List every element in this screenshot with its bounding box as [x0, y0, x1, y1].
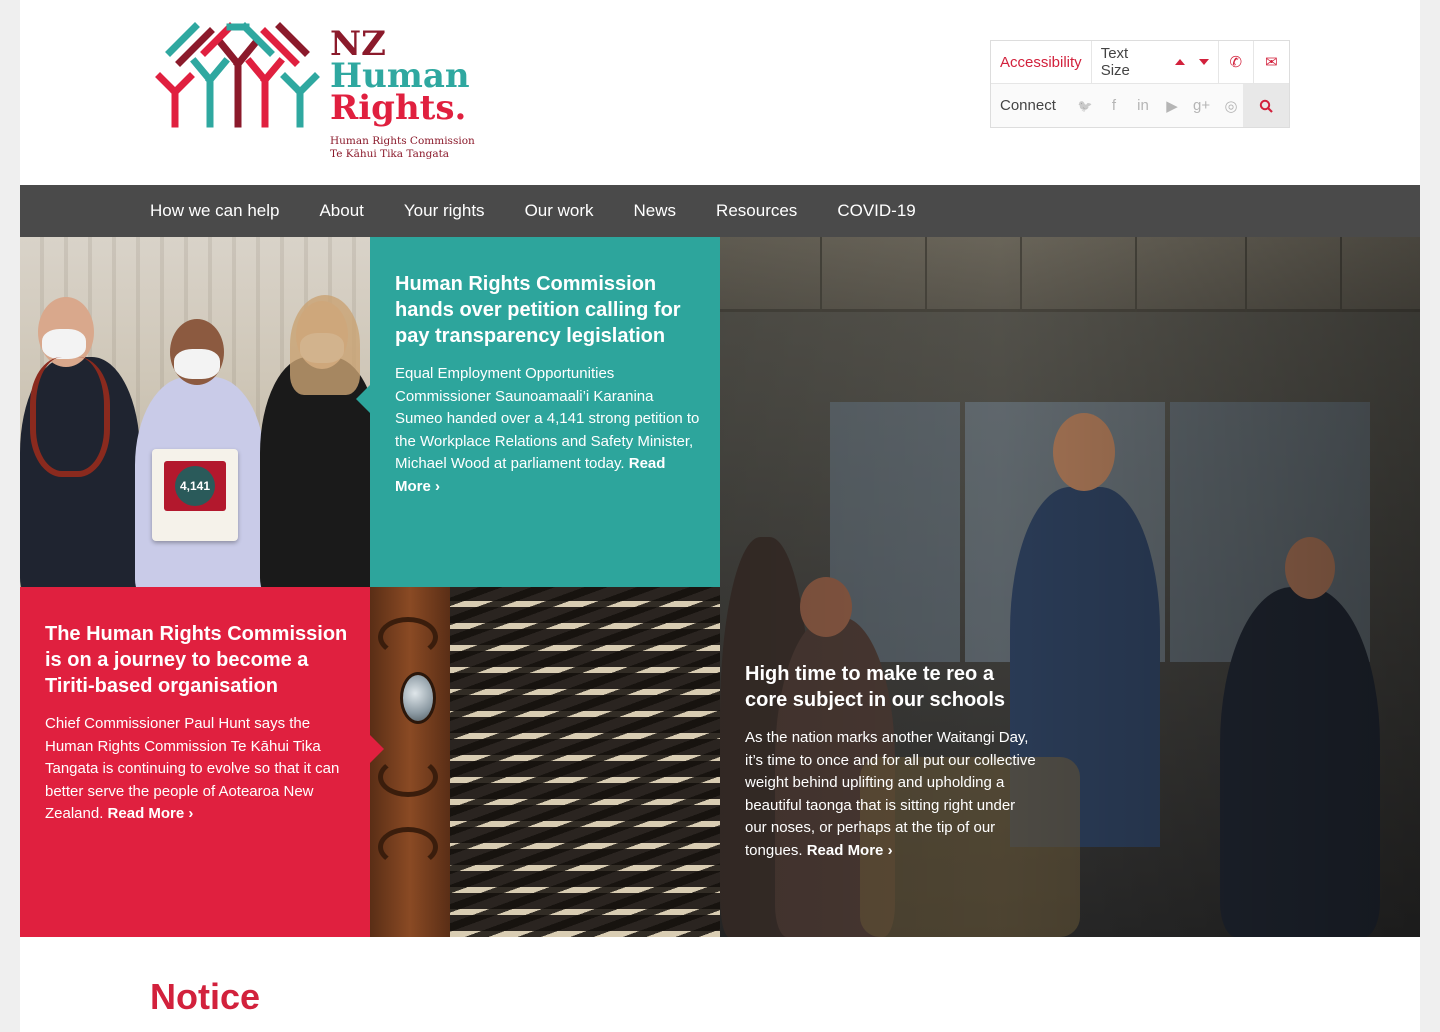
phone-icon[interactable]: ✆ [1219, 41, 1254, 83]
story-card-te-reo[interactable]: High time to make te reo a core subject … [720, 237, 1420, 937]
logo-subtitle-en: Human Rights Commission [330, 135, 475, 147]
arrow-up-icon[interactable] [1174, 59, 1185, 65]
story-body: Equal Employment Opportunities Commissio… [395, 365, 700, 495]
facebook-icon[interactable]: f [1106, 97, 1122, 114]
woven-panel [450, 587, 720, 937]
page: NZ Human Rights. Human Rights Commission… [20, 0, 1420, 1032]
nav-item-covid-19[interactable]: COVID-19 [837, 201, 915, 221]
nav-item-about[interactable]: About [319, 201, 363, 221]
story-card-tiriti-based[interactable]: The Human Rights Commission is on a jour… [20, 587, 384, 937]
petition-box: 4,141 [152, 449, 238, 541]
petition-photo[interactable]: 4,141 [20, 237, 370, 587]
arrow-down-icon[interactable] [1198, 59, 1209, 65]
story-title[interactable]: The Human Rights Commission is on a jour… [45, 621, 350, 699]
text-size-control: Text Size [1092, 41, 1219, 83]
nav-item-news[interactable]: News [634, 201, 677, 221]
google-plus-icon[interactable]: g+ [1193, 97, 1210, 114]
carving-photo [370, 587, 720, 937]
logo-rights-text: Rights. [330, 88, 467, 128]
main-nav: How we can help About Your rights Our wo… [20, 185, 1420, 237]
connect-label: Connect [1000, 97, 1056, 114]
nav-item-your-rights[interactable]: Your rights [404, 201, 485, 221]
pointer-arrow [356, 385, 370, 413]
logo-mark-icon [155, 22, 320, 128]
read-more-link[interactable]: Read More › [807, 842, 893, 859]
story-card-pay-transparency[interactable]: Human Rights Commission hands over petit… [356, 237, 720, 587]
nav-item-resources[interactable]: Resources [716, 201, 797, 221]
search-button[interactable] [1243, 84, 1289, 127]
youtube-icon[interactable]: ▶ [1164, 97, 1180, 115]
nav-item-how-we-can-help[interactable]: How we can help [150, 201, 279, 221]
envelope-icon[interactable]: ✉ [1254, 41, 1289, 83]
accessibility-link[interactable]: Accessibility [991, 41, 1092, 83]
logo-subtitle-mi: Te Kāhui Tika Tangata [330, 148, 450, 160]
social-links: 🐦 f in ▶ g+ ◎ [1071, 97, 1239, 115]
story-title[interactable]: High time to make te reo a core subject … [745, 661, 1040, 713]
nav-item-our-work[interactable]: Our work [525, 201, 594, 221]
utility-bar: Accessibility Text Size ✆ ✉ Connect 🐦 f … [990, 40, 1290, 128]
read-more-link[interactable]: Read More › [108, 805, 194, 822]
pointer-arrow [370, 735, 384, 763]
petition-count: 4,141 [175, 466, 215, 506]
site-logo[interactable]: NZ Human Rights. Human Rights Commission… [150, 22, 490, 162]
instagram-icon[interactable]: ◎ [1223, 97, 1239, 115]
twitter-icon[interactable]: 🐦 [1077, 99, 1093, 113]
search-icon [1259, 99, 1273, 113]
notice-heading: Notice [150, 976, 261, 1017]
story-title[interactable]: Human Rights Commission hands over petit… [395, 271, 700, 349]
linkedin-icon[interactable]: in [1135, 97, 1151, 114]
paua-shell-eye [400, 672, 436, 724]
text-size-label: Text Size [1100, 45, 1130, 79]
story-body: As the nation marks another Waitangi Day… [745, 729, 1036, 859]
story-body: Chief Commissioner Paul Hunt says the Hu… [45, 715, 340, 822]
